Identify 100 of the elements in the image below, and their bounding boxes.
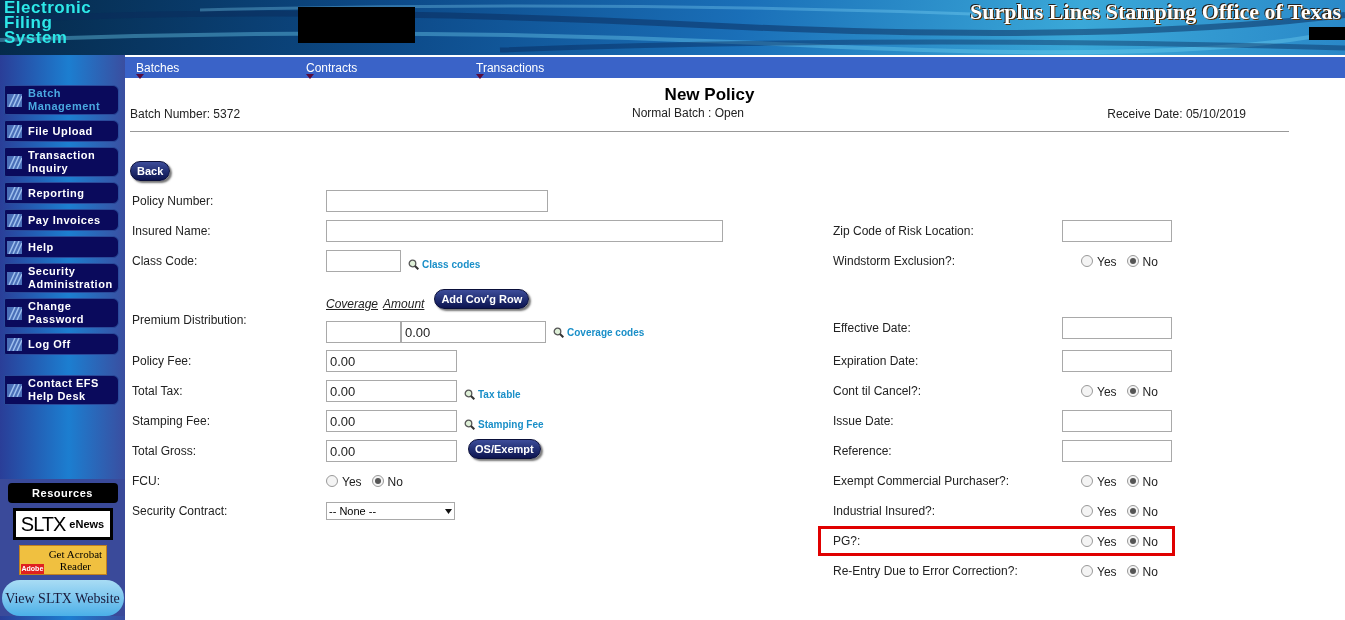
radio-button[interactable] [1126, 505, 1139, 517]
input-field[interactable]: 0.00 [326, 440, 457, 462]
radio-button[interactable] [1081, 565, 1093, 577]
radio-label: Yes [1097, 474, 1117, 491]
field-label: Zip Code of Risk Location: [833, 223, 975, 240]
field-label: Total Gross: [132, 443, 198, 460]
input-field[interactable] [1062, 440, 1172, 462]
radio-label: Yes [1097, 384, 1117, 401]
radio-label: Yes [342, 474, 362, 491]
lookup-link[interactable]: Coverage codes [567, 324, 645, 340]
field-label: Expiration Date: [833, 353, 920, 370]
menu-icon [7, 271, 22, 285]
input-field[interactable] [1062, 220, 1172, 242]
radio-label: Yes [1097, 504, 1117, 521]
resources-heading: Resources [7, 482, 118, 503]
lookup-link[interactable]: Stamping Fee [478, 416, 544, 432]
sidebar-item[interactable]: Batch Management [4, 85, 119, 115]
field-label: Issue Date: [833, 413, 895, 430]
radio-label: No [1142, 564, 1158, 581]
input-field[interactable] [1062, 350, 1172, 372]
caret-icon [445, 508, 452, 514]
receive-date: Receive Date: 05/10/2019 [1106, 106, 1246, 123]
input-field[interactable] [326, 220, 723, 242]
field-label: Effective Date: [833, 320, 912, 337]
input-field[interactable] [326, 250, 401, 272]
sidebar-item[interactable]: Transaction Inquiry [4, 147, 119, 177]
logo-text: Electronic Filing System [3, 0, 93, 49]
sidebar-item[interactable]: Change Password [4, 298, 119, 328]
radio-button[interactable] [1126, 385, 1139, 397]
radio-button[interactable] [1126, 565, 1139, 577]
sidebar-item[interactable]: Reporting [4, 182, 119, 204]
radio-label: Yes [1097, 564, 1117, 581]
radio-label: Yes [1097, 534, 1117, 551]
field-label: Cont til Cancel?: [833, 383, 923, 400]
search-icon [408, 258, 419, 270]
field-label: FCU: [132, 473, 161, 490]
field-label: Windstorm Exclusion?: [833, 253, 957, 270]
input-field[interactable] [326, 321, 401, 343]
radio-label: No [1142, 534, 1158, 551]
field-label: Policy Fee: [132, 353, 193, 370]
menu-icon [7, 306, 22, 320]
exempt-button[interactable]: OS/Exempt [468, 439, 541, 460]
add-row-button[interactable]: Add Cov'g Row [434, 289, 530, 310]
menu-icon [7, 240, 22, 254]
radio-label: No [387, 474, 403, 491]
menu-icon [7, 186, 22, 200]
radio-button[interactable] [1081, 505, 1093, 517]
radio-button[interactable] [1081, 385, 1093, 397]
field-label: Reference: [833, 443, 893, 460]
input-field[interactable] [1062, 317, 1172, 339]
input-field[interactable]: 0.00 [326, 350, 457, 372]
field-label: Total Tax: [132, 383, 184, 400]
menu-icon [7, 383, 22, 397]
radio-button[interactable] [1081, 535, 1093, 547]
radio-label: Yes [1097, 254, 1117, 271]
menu-icon [7, 93, 22, 107]
sidebar-item[interactable]: Pay Invoices [4, 209, 119, 231]
input-field[interactable] [1062, 410, 1172, 432]
radio-button[interactable] [1081, 255, 1093, 267]
input-field[interactable]: 0.00 [326, 410, 457, 432]
sidebar-item[interactable]: File Upload [4, 120, 119, 142]
redacted-block [1309, 27, 1345, 40]
field-label: Exempt Commercial Purchaser?: [833, 473, 1011, 490]
radio-label: No [1142, 474, 1158, 491]
menu-icon [7, 337, 22, 351]
field-label: Security Contract: [132, 503, 229, 520]
search-icon [553, 326, 564, 338]
sidebar-item[interactable]: Security Administration [4, 263, 119, 293]
radio-button[interactable] [371, 475, 384, 487]
column-heading: Amount [383, 296, 425, 313]
input-field[interactable]: 0.00 [401, 321, 546, 343]
radio-button[interactable] [1126, 255, 1139, 267]
input-field[interactable] [326, 190, 548, 212]
radio-button[interactable] [326, 475, 338, 487]
website-button[interactable]: View SLTX Website [1, 580, 124, 616]
sidebar-item[interactable]: Contact EFS Help Desk [4, 375, 119, 405]
search-icon [464, 418, 475, 430]
radio-button[interactable] [1126, 535, 1139, 547]
menu-icon [7, 213, 22, 227]
radio-button[interactable] [1081, 475, 1093, 487]
sidebar-item[interactable]: Help [4, 236, 119, 258]
lookup-link[interactable]: Class codes [422, 256, 481, 272]
back-button[interactable]: Back [130, 161, 171, 182]
field-label: Policy Number: [132, 193, 215, 210]
batch-number: Batch Number: 5372 [130, 106, 242, 123]
field-label: Class Code: [132, 253, 199, 270]
input-field[interactable]: 0.00 [326, 380, 457, 402]
field-label: Re-Entry Due to Error Correction?: [833, 563, 1019, 580]
field-label: Stamping Fee: [132, 413, 212, 430]
batch-status: Normal Batch : Open [631, 105, 745, 122]
dropdown[interactable]: -- None -- [326, 502, 455, 520]
radio-label: No [1142, 384, 1158, 401]
column-heading: Coverage [326, 296, 379, 313]
lookup-link[interactable]: Tax table [478, 386, 521, 402]
sidebar-item[interactable]: Log Off [4, 333, 119, 355]
field-label: Insured Name: [132, 223, 212, 240]
search-icon [464, 388, 475, 400]
radio-button[interactable] [1126, 475, 1139, 487]
page-title: New Policy [663, 85, 756, 105]
menu-icon [7, 124, 22, 138]
